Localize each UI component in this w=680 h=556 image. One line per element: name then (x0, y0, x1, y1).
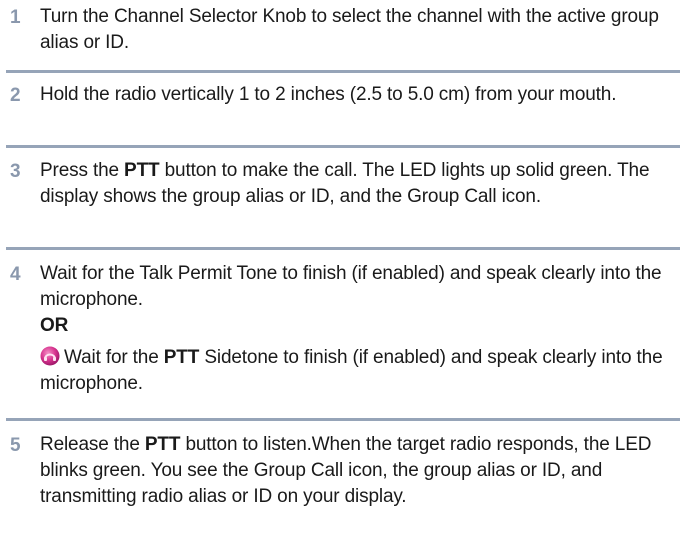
step-1: 1 Turn the Channel Selector Knob to sele… (0, 0, 680, 70)
step-text: Wait for the Talk Permit Tone to finish … (40, 263, 662, 310)
step-5: 5 Release the PTT button to listen.When … (0, 421, 680, 510)
ptt-label: PTT (144, 434, 181, 455)
procedure-steps: 1 Turn the Channel Selector Knob to sele… (0, 0, 680, 510)
or-label: OR (40, 315, 69, 336)
step-4: 4 Wait for the Talk Permit Tone to finis… (0, 250, 680, 418)
step-2: 2 Hold the radio vertically 1 to 2 inche… (0, 73, 680, 145)
step-number: 5 (10, 435, 21, 456)
step-text-start: Release the (40, 434, 145, 455)
sidetone-icon (40, 346, 60, 366)
step-text: Release the PTT button to listen.When th… (40, 432, 674, 510)
ptt-label: PTT (163, 347, 200, 368)
step-number: 3 (10, 161, 21, 182)
step-text: Turn the Channel Selector Knob to select… (40, 6, 659, 53)
step-text: Hold the radio vertically 1 to 2 inches … (40, 84, 617, 105)
step-text-start: Press the (40, 160, 125, 181)
step-number: 1 (10, 7, 21, 28)
step-text: Press the PTT button to make the call. T… (40, 158, 674, 210)
alt-text-start: Wait for the (64, 347, 164, 368)
step-number: 4 (10, 264, 21, 285)
alternative-step-text: Wait for the PTT Sidetone to finish (if … (40, 345, 674, 397)
step-number: 2 (10, 85, 21, 106)
step-3: 3 Press the PTT button to make the call.… (0, 148, 680, 247)
ptt-label: PTT (124, 160, 160, 181)
